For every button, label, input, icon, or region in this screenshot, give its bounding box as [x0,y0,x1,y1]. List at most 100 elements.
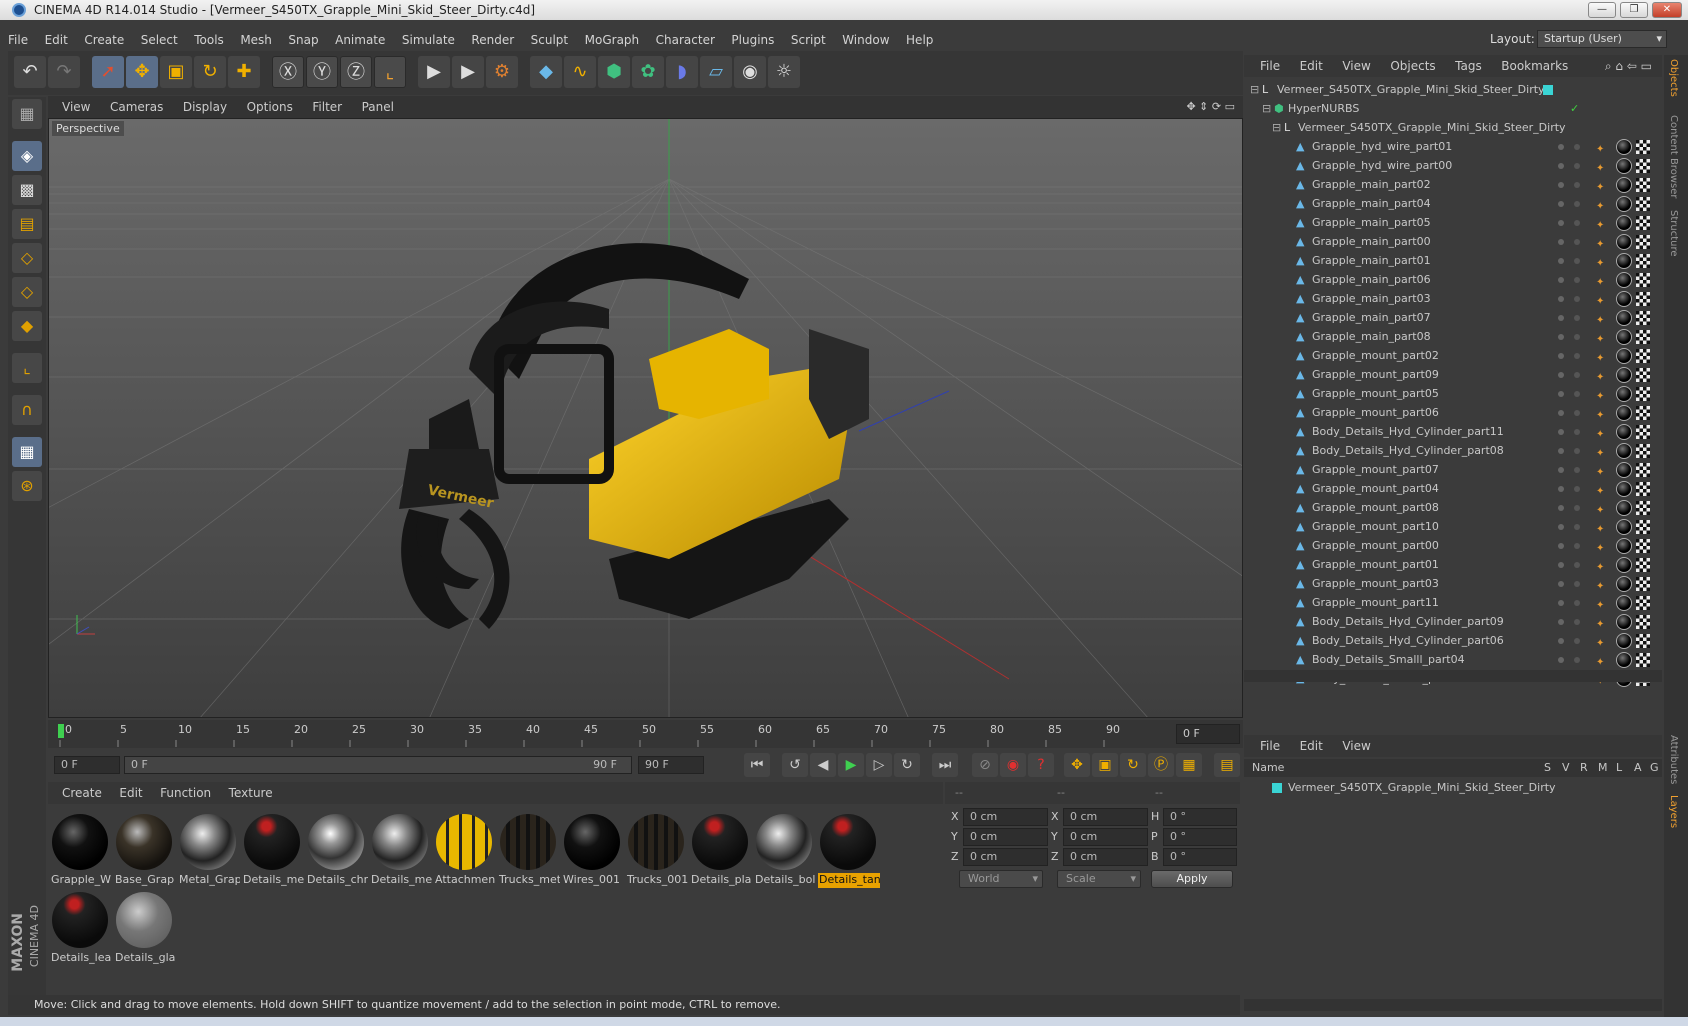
render-visibility-dot[interactable] [1574,619,1580,625]
render-visibility-dot[interactable] [1574,220,1580,226]
phong-tag-icon[interactable]: ✦ [1596,406,1610,421]
menu-help[interactable]: Help [906,33,933,47]
objects-menu-tags[interactable]: Tags [1455,59,1482,73]
uvw-tag-icon[interactable] [1636,216,1650,230]
material-swatch[interactable]: Details_pla [690,812,751,888]
editor-visibility-dot[interactable] [1558,144,1564,150]
tab-structure[interactable]: Structure [1668,210,1679,257]
render-visibility-dot[interactable] [1574,144,1580,150]
phong-tag-icon[interactable]: ✦ [1596,292,1610,307]
layer-col-animation[interactable]: A [1634,759,1642,777]
size-mode-dropdown[interactable]: Scale ▾ [1057,870,1141,888]
viewport-navigation-icons[interactable]: ✥ ⇕ ⟳ ▭ [1186,96,1235,118]
scale-tool-button[interactable]: ▣ [160,56,192,88]
viewport-menu-filter[interactable]: Filter [312,100,342,114]
render-visibility-dot[interactable] [1574,163,1580,169]
record-active-objects-button[interactable]: ◉ [1000,753,1026,777]
render-visibility-dot[interactable] [1574,562,1580,568]
previous-frame-button[interactable]: ◀ [810,753,836,777]
render-visibility-dot[interactable] [1574,201,1580,207]
menu-snap[interactable]: Snap [288,33,318,47]
coordinate-system-button[interactable]: ⌞ [374,56,406,88]
menu-mograph[interactable]: MoGraph [585,33,640,47]
render-visibility-dot[interactable] [1574,372,1580,378]
render-visibility-dot[interactable] [1574,657,1580,663]
tab-objects[interactable]: Objects [1668,59,1679,97]
uvw-tag-icon[interactable] [1636,520,1650,534]
material-swatch[interactable]: Base_Grap [114,812,174,888]
editor-visibility-dot[interactable] [1558,353,1564,359]
material-swatch[interactable]: Details_lea [50,890,111,966]
render-view-button[interactable]: ▶ [418,56,450,88]
coordinate-mode-dropdown[interactable]: World ▾ [959,870,1043,888]
editor-visibility-dot[interactable] [1558,277,1564,283]
apply-button[interactable]: Apply [1151,870,1233,888]
uvw-tag-icon[interactable] [1636,615,1650,629]
material-tag-icon[interactable] [1616,177,1632,193]
material-tag-icon[interactable] [1616,272,1632,288]
material-tag-icon[interactable] [1616,158,1632,174]
object-row[interactable]: ▲ Grapple_main_part02 ✦ [1244,175,1662,195]
phong-tag-icon[interactable]: ✦ [1596,539,1610,554]
render-visibility-dot[interactable] [1574,467,1580,473]
object-row[interactable]: ▲ Body_Details_Hyd_Cylinder_part06 ✦ [1244,631,1662,651]
uvw-tag-icon[interactable] [1636,140,1650,154]
phong-tag-icon[interactable]: ✦ [1596,349,1610,364]
material-tag-icon[interactable] [1616,234,1632,250]
minimize-button[interactable]: — [1588,2,1616,18]
light-button[interactable]: ☼ [768,56,800,88]
layer-col-render[interactable]: R [1580,759,1588,777]
floor-button[interactable]: ▱ [700,56,732,88]
phong-tag-icon[interactable]: ✦ [1596,387,1610,402]
render-visibility-dot[interactable] [1574,448,1580,454]
phong-tag-icon[interactable]: ✦ [1596,159,1610,174]
spline-pen-button[interactable]: ∿ [564,56,596,88]
layout-dropdown[interactable]: Startup (User) ▾ [1537,30,1667,48]
timeline-window-button[interactable]: ▤ [1214,753,1240,777]
position-z-field[interactable]: 0 cm [963,848,1048,866]
material-swatch[interactable]: Details_gla [114,890,175,966]
editor-visibility-dot[interactable] [1558,505,1564,511]
material-menu-function[interactable]: Function [160,786,211,800]
phong-tag-icon[interactable]: ✦ [1596,178,1610,193]
phong-tag-icon[interactable]: ✦ [1596,140,1610,155]
object-row[interactable]: ▲ Grapple_mount_part05 ✦ [1244,384,1662,404]
material-tag-icon[interactable] [1616,329,1632,345]
uvw-tag-icon[interactable] [1636,178,1650,192]
object-row[interactable]: ▲ Grapple_mount_part10 ✦ [1244,517,1662,537]
deformer-button[interactable]: ◗ [666,56,698,88]
object-row[interactable]: ▲ Grapple_main_part06 ✦ [1244,270,1662,290]
end-frame-field[interactable]: 90 F [638,756,704,774]
subdivision-button[interactable]: ⬢ [598,56,630,88]
uvw-tag-icon[interactable] [1636,482,1650,496]
phong-tag-icon[interactable]: ✦ [1596,615,1610,630]
menu-file[interactable]: File [8,33,28,47]
points-mode-button[interactable]: ◇ [12,243,42,273]
live-selection-button[interactable]: ➚ [92,56,124,88]
objects-menu-edit[interactable]: Edit [1300,59,1323,73]
material-swatch[interactable]: Details_tan [818,812,880,888]
material-tag-icon[interactable] [1616,386,1632,402]
editor-visibility-dot[interactable] [1558,220,1564,226]
objects-menu-view[interactable]: View [1342,59,1370,73]
tab-content-browser[interactable]: Content Browser [1668,115,1679,198]
layer-hscrollbar[interactable] [1244,999,1662,1011]
editor-visibility-dot[interactable] [1558,296,1564,302]
uvw-tag-icon[interactable] [1636,577,1650,591]
phong-tag-icon[interactable]: ✦ [1596,197,1610,212]
object-row[interactable]: ▲ Grapple_mount_part01 ✦ [1244,555,1662,575]
render-visibility-dot[interactable] [1574,296,1580,302]
key-rotation-button[interactable]: ↻ [1120,753,1146,777]
material-tag-icon[interactable] [1616,614,1632,630]
editor-visibility-dot[interactable] [1558,391,1564,397]
material-tag-icon[interactable] [1616,538,1632,554]
material-swatch[interactable]: Details_chr [306,812,368,888]
material-tag-icon[interactable] [1616,139,1632,155]
material-tag-icon[interactable] [1616,405,1632,421]
3d-viewport[interactable]: Vermeer Perspective [48,118,1243,718]
phong-tag-icon[interactable]: ✦ [1596,311,1610,326]
start-frame-field[interactable]: 0 F [54,756,120,774]
editor-visibility-dot[interactable] [1558,619,1564,625]
snapping-button[interactable]: ▦ [12,437,42,467]
texture-mode-button[interactable]: ▩ [12,175,42,205]
